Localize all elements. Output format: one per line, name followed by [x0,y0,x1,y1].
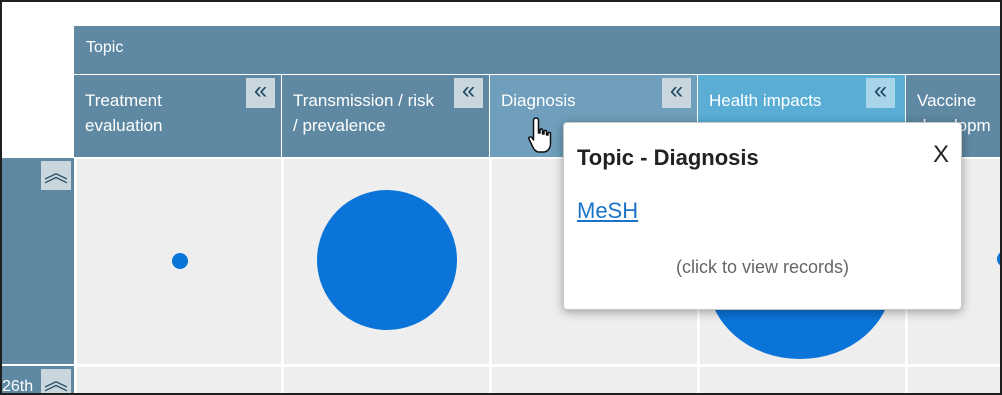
topic-header: Topic [74,26,1000,74]
row-label: 26th [2,378,34,395]
popup-title: Topic - Diagnosis [577,145,759,170]
hand-pointer-icon [528,117,552,153]
matrix-cell[interactable] [77,367,281,393]
matrix-cell[interactable] [284,159,489,364]
topic-popup: Topic - Diagnosis X MeSH (click to view … [563,122,962,310]
bubble-vaccine-development[interactable] [997,251,1000,267]
collapse-column-icon[interactable]: « [454,78,483,108]
collapse-column-icon[interactable]: « [866,78,895,108]
matrix-cell[interactable] [908,367,1000,393]
bubble-matrix-view: Topic Treatment evaluation « Transmissio… [0,0,1002,395]
row-header-1[interactable]: ︽ [2,158,74,364]
popup-hint: (click to view records) [675,257,850,277]
collapse-column-icon[interactable]: « [662,78,691,108]
collapse-row-icon[interactable]: ︽ [41,369,71,393]
mesh-link[interactable]: MeSH [577,198,638,224]
bubble-transmission[interactable] [317,190,457,330]
row-header-2[interactable]: 26th ︽ [2,366,74,395]
collapse-column-icon[interactable]: « [246,78,275,108]
topic-header-label: Topic [86,39,124,56]
matrix-cell[interactable] [77,159,281,364]
collapse-row-icon[interactable]: ︽ [41,161,71,190]
matrix-cell[interactable] [492,367,697,393]
close-button[interactable]: X [933,141,949,169]
column-header-treatment-evaluation[interactable]: Treatment evaluation « [74,75,281,157]
column-header-transmission[interactable]: Transmission / risk / prevalence « [282,75,489,157]
matrix-cell[interactable] [700,367,905,393]
bubble-treatment-evaluation[interactable] [172,253,188,269]
matrix-cell[interactable] [284,367,489,393]
